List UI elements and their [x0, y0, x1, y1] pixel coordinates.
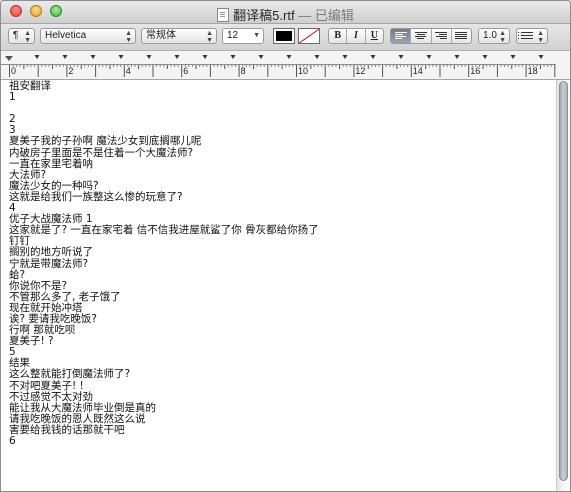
document-line: 这就是给我们一族整这么惨的玩意了? — [9, 190, 183, 203]
tab-stop-marker[interactable] — [370, 55, 376, 59]
ruler-label: 4 — [125, 66, 131, 76]
tab-stop-marker[interactable] — [202, 55, 208, 59]
document-line: 祖安翻译 — [9, 80, 51, 92]
tab-stop-marker[interactable] — [34, 55, 40, 59]
chevron-updown-icon: ▲ ▼ — [499, 30, 506, 44]
document-line: 5 — [9, 346, 16, 359]
document-line: 不对吧夏美子! ! — [9, 379, 84, 392]
ruler-label: 16 — [470, 66, 481, 76]
window-separator: — — [294, 8, 315, 23]
document-body[interactable]: 祖安翻译 1 2 3 夏美子我的子孙啊 魔法少女到底搁哪儿呢 内破房子里面是不是住着一个大… — [9, 80, 319, 447]
tab-stop-marker[interactable] — [174, 55, 180, 59]
tab-stop-marker[interactable] — [482, 55, 488, 59]
bold-button[interactable]: B — [329, 29, 348, 43]
chevron-updown-icon: ▲ ▼ — [206, 30, 213, 44]
document-line: 1 — [9, 91, 16, 104]
ruler-label: 12 — [355, 66, 366, 76]
document-line: 2 — [9, 113, 16, 126]
scroll-thumb[interactable] — [559, 81, 568, 481]
tab-stop-marker[interactable] — [454, 55, 460, 59]
typeface-value: 常规体 — [146, 30, 176, 41]
align-left-button[interactable] — [391, 29, 412, 43]
title-bar[interactable]: 翻译稿5.rtf — 已编辑 — [1, 1, 570, 24]
tab-stop-marker[interactable] — [230, 55, 236, 59]
document-text-area[interactable]: 祖安翻译 1 2 3 夏美子我的子孙啊 魔法少女到底搁哪儿呢 内破房子里面是不是住着一个大… — [1, 80, 556, 491]
tab-stop-marker[interactable] — [398, 55, 404, 59]
document-line: 一直在家里宅着呐 — [9, 157, 93, 170]
document-line: 这家就是了? 一直在家宅着 信不信我进屋就鲨了你 骨灰都给你扬了 — [9, 224, 319, 237]
document-line: 害要给我钱的话那就干吧 — [9, 423, 125, 436]
tab-stop-marker[interactable] — [90, 55, 96, 59]
document-line: 夏美子! ? — [9, 335, 54, 348]
window-title: 翻译稿5.rtf — 已编辑 — [1, 5, 570, 24]
italic-button[interactable]: I — [347, 29, 366, 43]
list-bullets-icon — [518, 32, 533, 41]
font-family-value: Helvetica — [45, 30, 87, 41]
ruler-label: 14 — [412, 66, 423, 76]
tab-stop-marker[interactable] — [62, 55, 68, 59]
document-line: 内破房子里面是不是住着一个大魔法师? — [9, 146, 194, 159]
window-filename: 翻译稿5.rtf — [233, 8, 295, 23]
ruler-label: 2 — [68, 66, 74, 76]
paragraph-styles-popup[interactable]: ¶ ▲ ▼ — [8, 28, 35, 44]
list-bullets-popup[interactable]: ▲ ▼ — [516, 28, 548, 44]
typeface-popup[interactable]: 常规体 ▲ ▼ — [141, 28, 217, 44]
underline-button[interactable]: U — [366, 29, 383, 43]
align-center-icon — [414, 32, 427, 40]
align-right-icon — [435, 32, 448, 40]
align-right-button[interactable] — [432, 29, 452, 43]
ruler[interactable]: 0 2 4 6 8 10 12 14 16 18 — [1, 51, 570, 80]
document-proxy-icon[interactable] — [217, 8, 230, 22]
justify-icon — [455, 32, 468, 40]
document-line: 宁就是带魔法师? — [9, 257, 89, 270]
document-line: 搁别的地方听说了 — [9, 246, 93, 259]
text-color-swatch — [276, 31, 292, 41]
ruler-label: 8 — [240, 66, 246, 76]
font-size-value: 12 — [227, 30, 239, 41]
format-bar: ¶ ▲ ▼ Helvetica ▲ ▼ 常规体 ▲ ▼ 12 ▼ B I U 1… — [1, 24, 570, 51]
chevron-updown-icon: ▲ ▼ — [24, 30, 31, 44]
document-line: 行啊 那就吃呗 — [9, 324, 76, 337]
tab-stop-marker[interactable] — [286, 55, 292, 59]
line-spacing-popup[interactable]: 1.0 ▲ ▼ — [478, 28, 510, 44]
vertical-scrollbar[interactable] — [556, 80, 570, 491]
line-spacing-value: 1.0 — [483, 30, 497, 41]
ruler-ticks — [1, 55, 556, 77]
justify-button[interactable] — [452, 29, 471, 43]
textedit-window: 翻译稿5.rtf — 已编辑 ¶ ▲ ▼ Helvetica ▲ ▼ 常规体 ▲ ▼ … — [0, 0, 571, 492]
ruler-label: 18 — [527, 66, 538, 76]
chevron-updown-icon: ▲ ▼ — [537, 30, 544, 44]
tab-stop-marker[interactable] — [146, 55, 152, 59]
ruler-label: 0 — [11, 66, 17, 76]
left-indent-marker[interactable] — [5, 56, 13, 61]
window-edited-status: 已编辑 — [314, 8, 354, 23]
document-line: 6 — [9, 435, 16, 447]
tab-stop-marker[interactable] — [258, 55, 264, 59]
tab-stop-marker[interactable] — [118, 55, 124, 59]
text-style-buttons: B I U — [328, 28, 384, 44]
text-color-well[interactable] — [273, 28, 295, 44]
chevron-down-icon: ▼ — [253, 32, 260, 39]
chevron-updown-icon: ▲ ▼ — [125, 30, 132, 44]
font-size-combo[interactable]: 12 ▼ — [222, 28, 264, 44]
pilcrow-icon: ¶ — [13, 30, 19, 41]
tab-stop-marker[interactable] — [314, 55, 320, 59]
background-color-well[interactable] — [298, 28, 320, 44]
align-left-icon — [394, 32, 407, 40]
document-line: 夏美子我的子孙啊 魔法少女到底搁哪儿呢 — [9, 135, 202, 148]
tab-stop-marker[interactable] — [538, 55, 544, 59]
alignment-buttons — [390, 28, 472, 44]
document-line: 这么整就能打倒魔法师了? — [9, 368, 131, 381]
font-family-popup[interactable]: Helvetica ▲ ▼ — [40, 28, 136, 44]
tab-stop-marker[interactable] — [510, 55, 516, 59]
ruler-label: 10 — [298, 66, 309, 76]
tab-stop-marker[interactable] — [342, 55, 348, 59]
align-center-button[interactable] — [411, 29, 432, 43]
tab-stop-marker[interactable] — [426, 55, 432, 59]
ruler-label: 6 — [183, 66, 189, 76]
